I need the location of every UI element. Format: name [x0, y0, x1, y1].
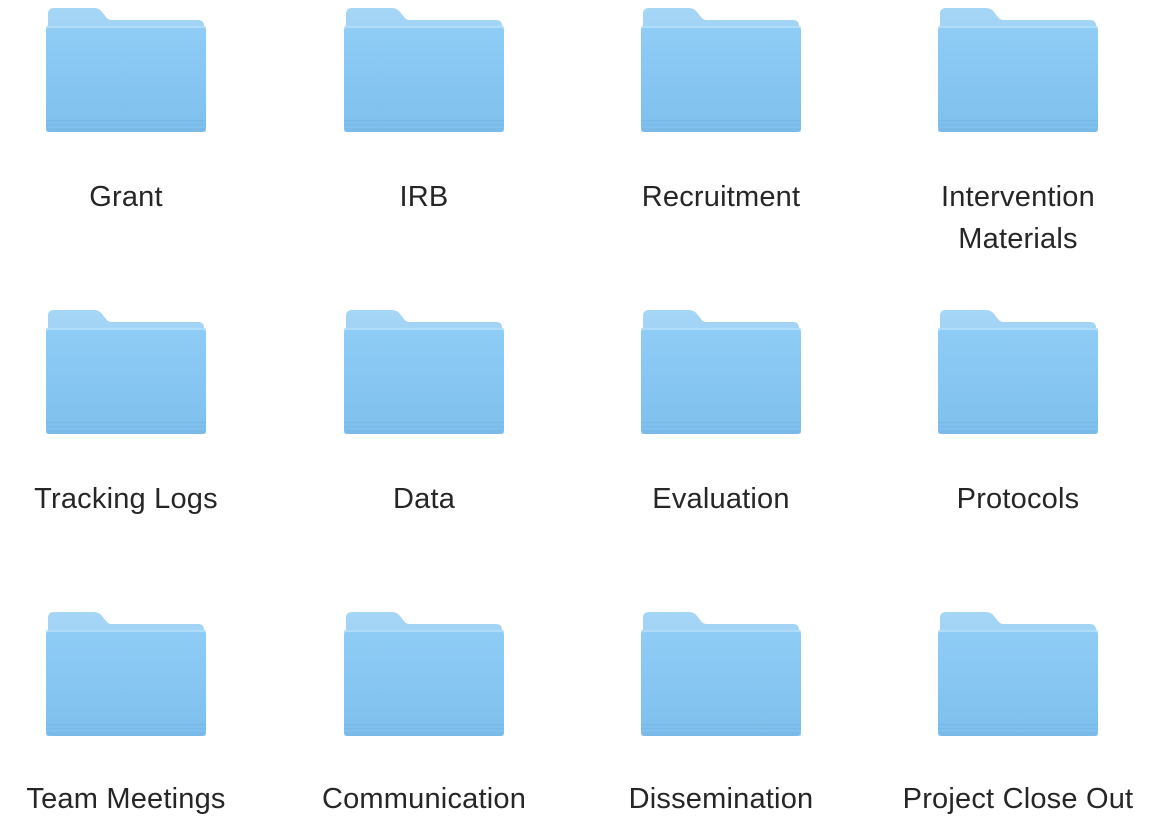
folder-label: IRB	[399, 181, 449, 213]
folder-label: Evaluation	[652, 483, 790, 515]
folder-icon	[639, 4, 803, 136]
folder-icon	[44, 4, 208, 136]
folder-label: Protocols	[956, 483, 1080, 515]
folder-icon	[936, 4, 1100, 136]
folder-icon	[342, 306, 506, 438]
folder-label: Intervention Materials	[941, 181, 1095, 255]
folder-label: Communication	[321, 783, 527, 815]
folder-icon	[639, 608, 803, 740]
folder-icon	[44, 306, 208, 438]
folder-label: Dissemination	[628, 783, 814, 815]
folder-icon	[639, 306, 803, 438]
folder-label: Data	[392, 483, 456, 515]
folder-label: Tracking Logs	[34, 483, 218, 515]
folder-label: Grant	[89, 181, 163, 213]
folder-label: Project Close Out	[902, 783, 1134, 815]
folder-label: Team Meetings	[26, 783, 226, 815]
folder-label: Recruitment	[641, 181, 801, 213]
folder-icon	[342, 4, 506, 136]
folder-icon	[936, 608, 1100, 740]
folder-icon	[936, 306, 1100, 438]
folder-icon	[44, 608, 208, 740]
folder-icon	[342, 608, 506, 740]
folder-grid: Grant IRB Recruitment Intervention Mater…	[0, 0, 1167, 820]
